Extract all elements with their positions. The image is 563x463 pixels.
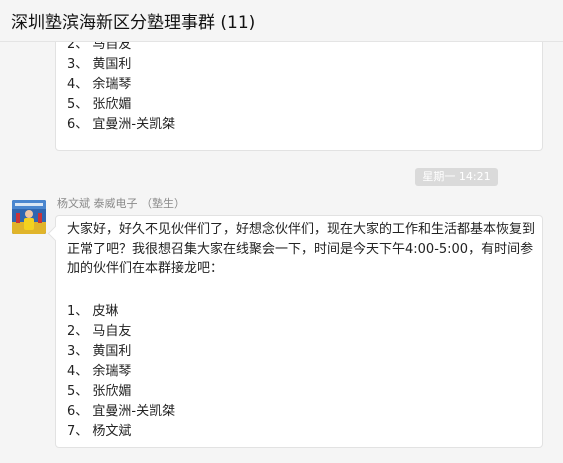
sender-name[interactable]: 杨文斌 泰威电子 （塾生）	[57, 195, 185, 211]
list-item: 2、 马自友	[67, 42, 132, 52]
group-title[interactable]: 深圳塾滨海新区分塾理事群 (11)	[11, 8, 255, 33]
list-item: 5、 张欣媚	[67, 97, 132, 112]
list-item: 6、 宜曼洲-关凯桀	[67, 117, 176, 132]
timestamp: 星期一 14:21	[415, 168, 498, 186]
list-item: 5、 张欣媚	[67, 384, 132, 399]
signup-list: 1、 皮琳 2、 马自友 3、 黄国利 4、 余瑞琴 5、 张欣媚 6、 宜曼洲…	[67, 302, 175, 442]
list-item: 6、 宜曼洲-关凯桀	[67, 404, 176, 419]
signup-list: 2、 马自友 3、 黄国利 4、 余瑞琴 5、 张欣媚 6、 宜曼洲-关凯桀	[67, 42, 175, 135]
message-paragraph: 大家好，好久不见伙伴们了，好想念伙伴们，现在大家的工作和生活都基本恢复到正常了吧…	[67, 222, 536, 276]
list-item: 7、 杨文斌	[67, 424, 132, 439]
list-item: 4、 余瑞琴	[67, 364, 132, 379]
list-item: 2、 马自友	[67, 324, 132, 339]
chat-header: 深圳塾滨海新区分塾理事群 (11)	[0, 0, 563, 42]
message-text: 大家好，好久不见伙伴们了，好想念伙伴们，现在大家的工作和生活都基本恢复到正常了吧…	[67, 220, 537, 279]
message-bubble[interactable]: 大家好，好久不见伙伴们了，好想念伙伴们，现在大家的工作和生活都基本恢复到正常了吧…	[55, 215, 543, 448]
list-item: 4、 余瑞琴	[67, 77, 132, 92]
list-item: 3、 黄国利	[67, 57, 132, 72]
list-item: 3、 黄国利	[67, 344, 132, 359]
avatar[interactable]	[12, 200, 46, 234]
message-bubble[interactable]: 2、 马自友 3、 黄国利 4、 余瑞琴 5、 张欣媚 6、 宜曼洲-关凯桀	[55, 42, 543, 151]
list-item: 1、 皮琳	[67, 304, 119, 319]
avatar-image-icon	[12, 200, 46, 234]
chat-area[interactable]: 2、 马自友 3、 黄国利 4、 余瑞琴 5、 张欣媚 6、 宜曼洲-关凯桀 星…	[0, 42, 563, 463]
